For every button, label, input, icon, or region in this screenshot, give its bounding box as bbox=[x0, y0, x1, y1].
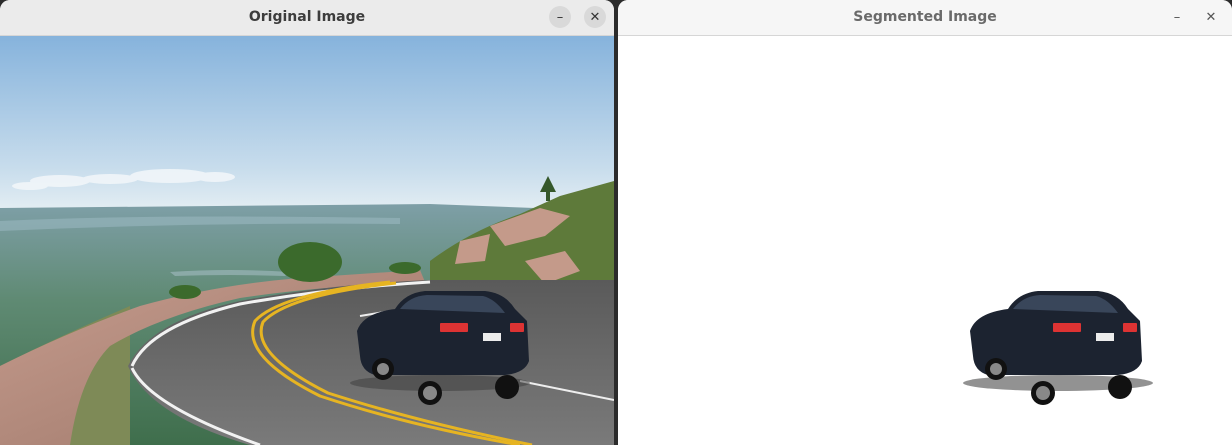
titlebar[interactable]: Segmented Image – ✕ bbox=[618, 0, 1232, 36]
segmented-image-window: Segmented Image – ✕ bbox=[618, 0, 1232, 445]
original-image bbox=[0, 36, 614, 445]
close-icon: ✕ bbox=[589, 9, 601, 25]
close-icon: ✕ bbox=[1205, 9, 1217, 25]
close-button[interactable]: ✕ bbox=[1200, 6, 1222, 28]
minimize-button[interactable]: – bbox=[1166, 6, 1188, 28]
segmented-scene bbox=[963, 291, 1153, 405]
minimize-icon: – bbox=[556, 9, 564, 25]
segmented-image bbox=[618, 36, 1232, 445]
minimize-button[interactable]: – bbox=[549, 6, 571, 28]
titlebar[interactable]: Original Image – ✕ bbox=[0, 0, 614, 36]
sky bbox=[0, 36, 614, 211]
minimize-icon: – bbox=[1173, 9, 1181, 25]
window-title: Original Image bbox=[248, 9, 366, 25]
scene-image bbox=[0, 36, 614, 445]
segmented-car bbox=[963, 291, 1153, 405]
close-button[interactable]: ✕ bbox=[584, 6, 606, 28]
original-image-window: Original Image – ✕ bbox=[0, 0, 614, 445]
window-title: Segmented Image bbox=[853, 9, 997, 25]
